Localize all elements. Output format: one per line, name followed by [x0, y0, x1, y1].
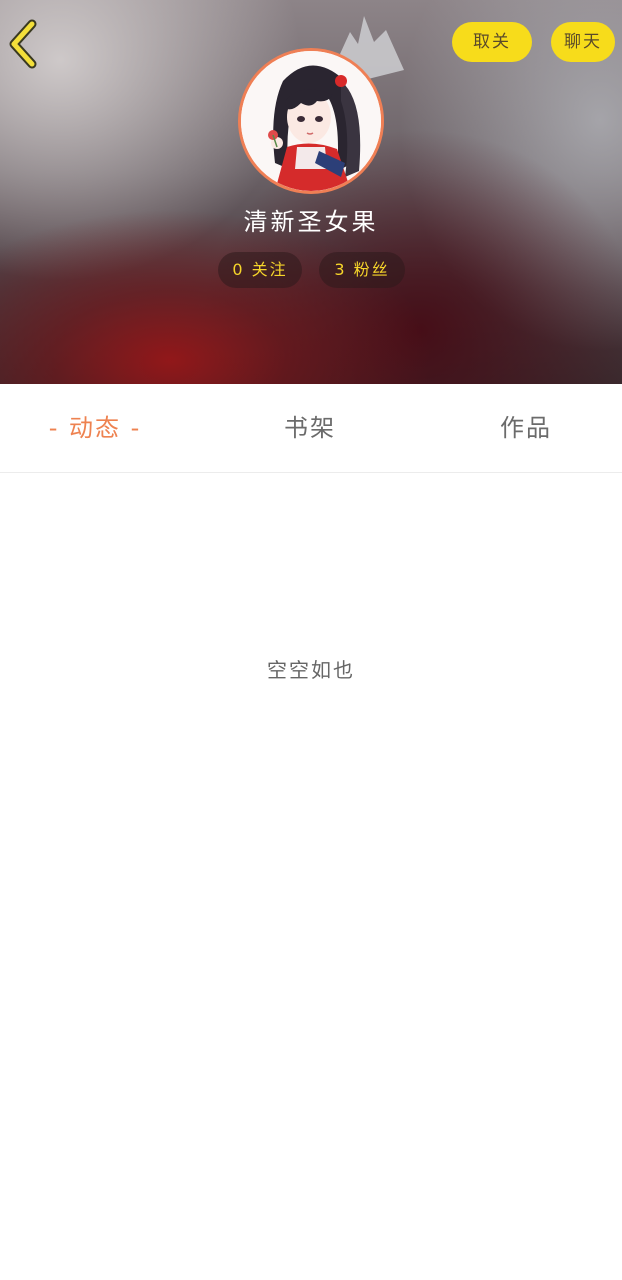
following-count[interactable]: 0 关注 [218, 252, 302, 288]
username: 清新圣女果 [243, 208, 379, 236]
tab-bookshelf[interactable]: 书架 [270, 384, 350, 472]
chat-button[interactable]: 聊天 [551, 22, 615, 62]
back-arrow-icon [9, 19, 37, 69]
back-button[interactable] [4, 18, 48, 70]
avatar-illustration [241, 51, 381, 191]
tab-dynamic[interactable]: - 动态 - [30, 384, 160, 472]
empty-state-text: 空空如也 [267, 658, 355, 682]
fans-count[interactable]: 3 粉丝 [319, 252, 405, 288]
avatar[interactable] [238, 48, 384, 194]
profile-header: 清新圣女果 0 关注 3 粉丝 取关 聊天 [0, 0, 622, 384]
profile-tabs: - 动态 - 书架 作品 [0, 384, 622, 473]
unfollow-button[interactable]: 取关 [452, 22, 532, 62]
tab-works[interactable]: 作品 [486, 384, 566, 472]
